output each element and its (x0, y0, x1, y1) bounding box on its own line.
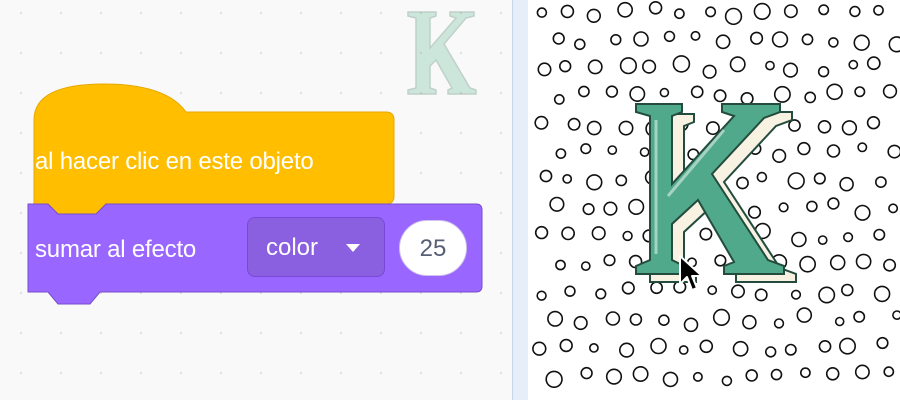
chevron-down-icon (346, 244, 360, 252)
effect-amount-value: 25 (419, 235, 447, 262)
sprite-letter-k[interactable] (628, 100, 808, 290)
stage[interactable] (528, 0, 900, 400)
code-area[interactable]: al hacer clic en este objeto sumar al ef… (0, 0, 512, 400)
hat-block-label[interactable]: al hacer clic en este objeto (35, 148, 314, 176)
panel-divider (512, 0, 528, 400)
effect-amount-input[interactable]: 25 (399, 220, 467, 276)
effect-dropdown[interactable]: color (247, 217, 385, 277)
effect-dropdown-value: color (266, 234, 319, 261)
hat-block-shape[interactable] (0, 0, 512, 400)
mouse-cursor-icon (679, 255, 703, 291)
effect-block-label[interactable]: sumar al efecto (35, 236, 196, 264)
